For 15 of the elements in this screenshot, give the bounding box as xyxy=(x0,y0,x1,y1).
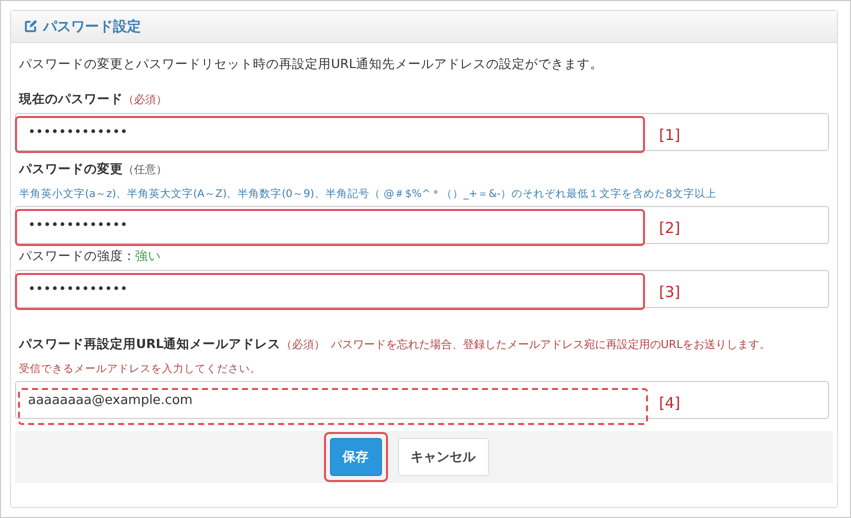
edit-icon xyxy=(24,20,37,33)
note-text: パスワードを忘れた場合、登録したメールアドレス宛に再設定用のURLをお送りします。 xyxy=(330,337,771,352)
requirement-text: （任意） xyxy=(123,162,167,177)
strength-label: パスワードの強度 : xyxy=(19,248,132,263)
field-label: パスワードの変更 xyxy=(19,161,123,178)
description-text: パスワードの変更とパスワードリセット時の再設定用URL通知先メールアドレスの設定ができます。 xyxy=(18,56,604,73)
cancel-button[interactable]: キャンセル xyxy=(398,438,488,476)
requirement-text: （必須） xyxy=(280,337,325,352)
requirement-text: （必須） xyxy=(123,92,167,107)
panel-title: パスワード設定 xyxy=(43,18,141,36)
hint-text: 半角英小文字(a～z)、半角英大文字(A～Z)、半角数字(0～9)、半角記号（ @＃$%^＊（）_+＝&-）のそれぞれ最低１文字を含めた8文字以上 xyxy=(18,187,718,201)
field-label: 現在のパスワード xyxy=(19,91,123,108)
strength-value: 強い xyxy=(135,248,162,263)
hint-text: 受信できるメールアドレスを入力してください。 xyxy=(18,362,262,376)
field-label: パスワード再設定用URL通知メールアドレス xyxy=(19,336,281,353)
